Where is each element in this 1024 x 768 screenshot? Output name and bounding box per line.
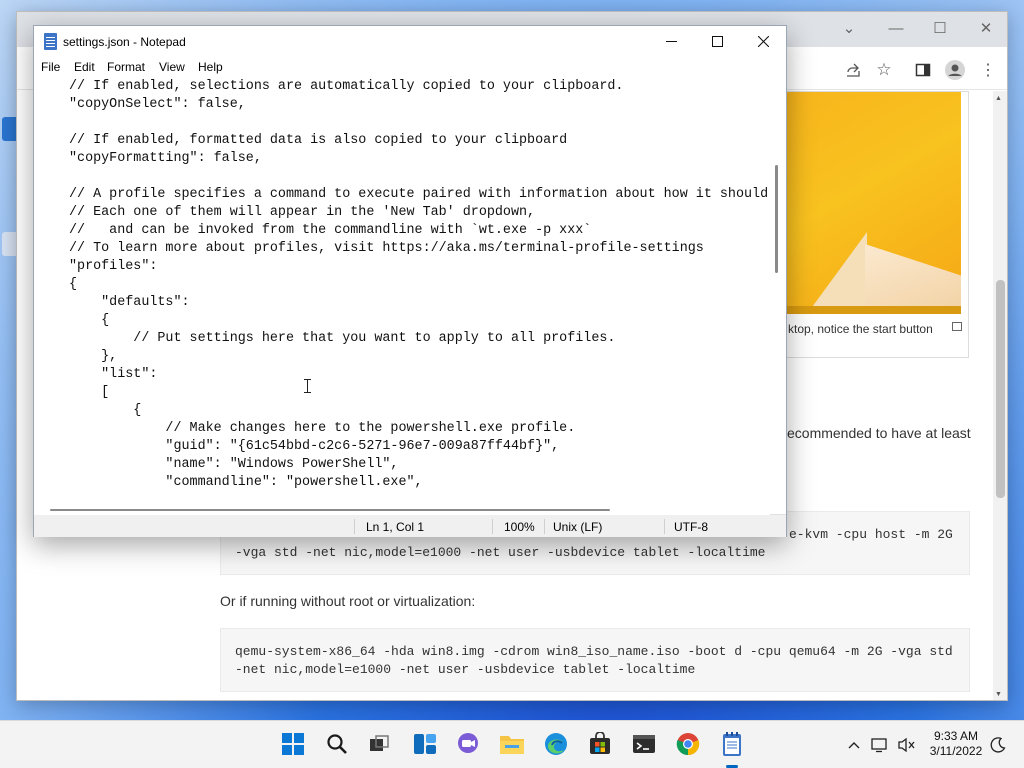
menu-help[interactable]: Help xyxy=(198,60,223,74)
code-line: -net nic,model=e1000 -net user -usbdevic… xyxy=(235,662,696,677)
text-editor-area[interactable]: // If enabled, selections are automatica… xyxy=(34,78,770,523)
maximize-button[interactable]: ☐ xyxy=(920,16,960,40)
edge-browser-icon[interactable] xyxy=(543,731,569,757)
figure: ktop, notice the start button xyxy=(759,91,969,358)
editor-line: "profiles": xyxy=(69,259,158,274)
close-button[interactable]: ✕ xyxy=(966,16,1006,40)
code-line: e-kvm -cpu host -m 2G xyxy=(789,527,953,542)
code-block: qemu-system-x86_64 -hda win8.img -cdrom … xyxy=(220,628,970,692)
window-title: settings.json - Notepad xyxy=(63,35,186,49)
maximize-button[interactable] xyxy=(694,26,740,57)
notepad-app-icon xyxy=(44,33,57,50)
editor-line: "defaults": xyxy=(69,295,190,310)
editor-line: "copyOnSelect": false, xyxy=(69,97,246,112)
scrollbar-thumb[interactable] xyxy=(50,509,610,511)
chevron-up-icon[interactable] xyxy=(844,735,864,755)
notepad-titlebar[interactable]: settings.json - Notepad xyxy=(34,26,786,58)
editor-line: // Put settings here that you want to ap… xyxy=(69,331,616,346)
minimize-button[interactable]: — xyxy=(876,16,916,40)
editor-vertical-scrollbar[interactable] xyxy=(769,78,785,523)
editor-line: // and can be invoked from the commandli… xyxy=(69,223,592,238)
menu-bar: File Edit Format View Help xyxy=(34,58,786,78)
figure-caption: ktop, notice the start button xyxy=(788,322,933,336)
notepad-window: settings.json - Notepad File Edit Format… xyxy=(33,25,787,537)
editor-line: "name": "Windows PowerShell", xyxy=(69,457,399,472)
encoding: UTF-8 xyxy=(674,520,708,534)
editor-line: { xyxy=(69,277,78,292)
status-bar: Ln 1, Col 1 100% Unix (LF) UTF-8 xyxy=(34,514,786,537)
minimize-button[interactable] xyxy=(648,26,694,57)
code-line: -vga std -net nic,model=e1000 -net user … xyxy=(235,545,766,560)
text-cursor-icon xyxy=(304,379,311,393)
page-scrollbar[interactable]: ▲ ▼ xyxy=(993,91,1007,700)
editor-line: // Make changes here to the powershell.e… xyxy=(69,421,576,436)
article-text: Or if running without root or virtualiza… xyxy=(220,593,476,609)
editor-content: // If enabled, selections are automatica… xyxy=(69,78,768,492)
editor-line: "copyFormatting": false, xyxy=(69,151,262,166)
microsoft-store-icon[interactable] xyxy=(587,731,613,757)
scrollbar-thumb[interactable] xyxy=(996,280,1005,498)
menu-file[interactable]: File xyxy=(41,60,60,74)
system-clock[interactable]: 9:33 AM 3/11/2022 xyxy=(926,729,986,759)
task-view-icon[interactable] xyxy=(366,731,392,757)
volume-muted-icon[interactable] xyxy=(896,735,916,755)
line-endings: Unix (LF) xyxy=(553,520,603,534)
windows8-screenshot-image xyxy=(767,92,961,314)
widgets-icon[interactable] xyxy=(412,731,438,757)
profile-avatar-icon[interactable] xyxy=(945,60,965,80)
editor-line: [ xyxy=(69,385,110,400)
search-icon[interactable] xyxy=(324,731,350,757)
editor-line: { xyxy=(69,313,110,328)
code-line: qemu-system-x86_64 -hda win8.img -cdrom … xyxy=(235,644,953,659)
cursor-position: Ln 1, Col 1 xyxy=(366,520,425,534)
chat-icon[interactable] xyxy=(455,731,481,757)
windows-start-icon[interactable] xyxy=(280,731,306,757)
editor-line: { xyxy=(69,403,142,418)
editor-horizontal-scrollbar[interactable] xyxy=(34,501,770,515)
taskbar: 9:33 AM 3/11/2022 xyxy=(0,720,1024,768)
close-button[interactable] xyxy=(740,26,786,57)
article-text: ecommended to have at least xyxy=(787,425,971,441)
editor-line: // Each one of them will appear in the '… xyxy=(69,205,536,220)
tab-search-button[interactable]: ⌄ xyxy=(829,16,869,40)
clock-date: 3/11/2022 xyxy=(929,744,983,758)
share-icon[interactable] xyxy=(843,60,863,80)
editor-line: }, xyxy=(69,349,118,364)
scrollbar-thumb[interactable] xyxy=(775,165,778,273)
file-explorer-icon[interactable] xyxy=(499,731,525,757)
chrome-browser-icon[interactable] xyxy=(675,731,701,757)
editor-line: "guid": "{61c54bbd-c2c6-5271-96e7-009a87… xyxy=(69,439,560,454)
bookmark-star-icon[interactable]: ☆ xyxy=(874,60,894,80)
network-icon[interactable] xyxy=(870,735,890,755)
editor-line: "commandline": "powershell.exe", xyxy=(69,475,423,490)
editor-line: // If enabled, selections are automatica… xyxy=(69,79,624,94)
editor-line: // To learn more about profiles, visit h… xyxy=(69,241,704,256)
zoom-level: 100% xyxy=(504,520,535,534)
menu-kebab-icon[interactable]: ⋮ xyxy=(978,60,998,80)
editor-line: "list": xyxy=(69,367,158,382)
menu-edit[interactable]: Edit xyxy=(74,60,95,74)
menu-view[interactable]: View xyxy=(159,60,185,74)
notification-moon-icon[interactable] xyxy=(988,735,1008,755)
editor-line: // If enabled, formatted data is also co… xyxy=(69,133,568,148)
terminal-icon[interactable] xyxy=(631,731,657,757)
menu-format[interactable]: Format xyxy=(107,60,145,74)
editor-line: // A profile specifies a command to exec… xyxy=(69,187,769,202)
side-panel-icon[interactable] xyxy=(913,60,933,80)
notepad-icon[interactable] xyxy=(719,731,745,757)
expand-image-icon[interactable] xyxy=(952,322,962,331)
clock-time: 9:33 AM xyxy=(933,729,979,743)
